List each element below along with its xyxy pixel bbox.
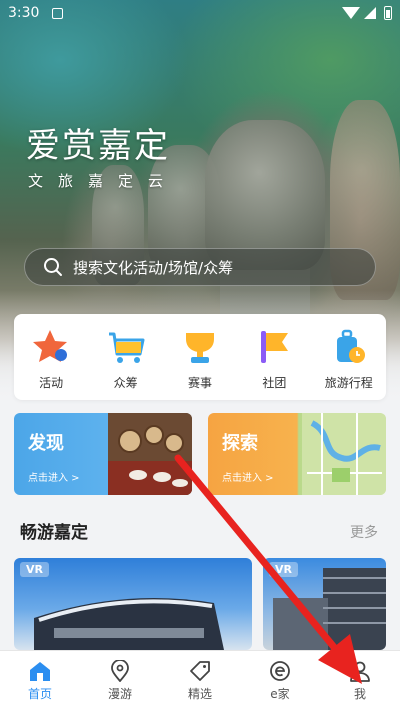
search-placeholder: 搜索文化活动/场馆/众筹 — [73, 258, 234, 277]
quick-item-label: 社团 — [262, 376, 287, 390]
location-pin-icon — [111, 660, 129, 682]
nav-item-label: e家 — [270, 687, 290, 701]
explore-card-title: 探索 — [222, 433, 258, 454]
cart-icon — [106, 328, 146, 366]
star-icon — [31, 328, 71, 366]
discover-card[interactable]: 发现 点击进入 > — [14, 413, 192, 495]
e-icon — [270, 661, 290, 681]
signal-icon — [364, 7, 376, 19]
discover-card-entry: 点击进入 > — [28, 473, 80, 484]
flag-icon — [254, 328, 294, 366]
nav-item-roam[interactable]: 漫游 — [80, 651, 160, 711]
notification-icon — [52, 8, 63, 19]
vr-badge: VR — [269, 562, 298, 577]
more-link[interactable]: 更多 — [350, 522, 378, 542]
search-icon — [44, 258, 62, 276]
quick-item-label: 活动 — [39, 376, 64, 390]
building-image — [34, 598, 224, 650]
hero-title: 爱赏嘉定 — [26, 126, 170, 166]
nav-item-label: 漫游 — [107, 687, 132, 701]
app-screen: 3:30 爱赏嘉定 文旅嘉定云 搜索文化活动/场馆/众筹 活动 众筹 赛事 社团… — [0, 0, 400, 711]
status-bar: 3:30 — [0, 0, 400, 28]
drums-image — [108, 413, 192, 495]
nav-item-ehome[interactable]: e家 — [240, 651, 320, 711]
nav-item-label: 我 — [353, 687, 366, 701]
quick-item-club[interactable]: 社团 — [242, 328, 306, 391]
explore-card[interactable]: 探索 点击进入 > — [208, 413, 386, 495]
section-title: 畅游嘉定 — [20, 523, 88, 543]
quick-item-label: 旅游行程 — [324, 376, 373, 390]
wifi-icon — [342, 7, 360, 19]
quick-item-crowdfunding[interactable]: 众筹 — [94, 328, 158, 391]
nav-item-me[interactable]: 我 — [320, 651, 400, 711]
vr-badge: VR — [20, 562, 49, 577]
luggage-icon — [329, 328, 369, 366]
user-icon — [350, 661, 370, 682]
quick-item-label: 众筹 — [113, 376, 138, 390]
quick-item-competition[interactable]: 赛事 — [168, 328, 232, 391]
battery-icon — [384, 6, 392, 20]
nav-item-label: 首页 — [27, 687, 52, 701]
tag-icon — [190, 661, 210, 681]
hero-subtitle: 文旅嘉定云 — [28, 172, 179, 190]
trophy-icon — [180, 328, 220, 366]
search-bar[interactable]: 搜索文化活动/场馆/众筹 — [24, 248, 376, 286]
quick-item-travel[interactable]: 旅游行程 — [317, 328, 381, 391]
vr-tile[interactable]: VR — [14, 558, 252, 650]
quick-item-activity[interactable]: 活动 — [19, 328, 83, 391]
map-image — [302, 413, 386, 495]
quick-item-label: 赛事 — [187, 376, 212, 390]
nav-item-label: 精选 — [187, 687, 212, 701]
status-time: 3:30 — [8, 5, 40, 21]
nav-item-featured[interactable]: 精选 — [160, 651, 240, 711]
discover-card-title: 发现 — [28, 433, 64, 454]
explore-card-entry: 点击进入 > — [222, 473, 274, 484]
vr-tile[interactable]: VR — [263, 558, 386, 650]
bottom-nav: 首页 漫游 精选 e家 我 — [0, 650, 400, 711]
nav-item-home[interactable]: 首页 — [0, 651, 80, 711]
quick-menu: 活动 众筹 赛事 社团 旅游行程 — [14, 314, 386, 400]
home-icon — [30, 662, 50, 681]
